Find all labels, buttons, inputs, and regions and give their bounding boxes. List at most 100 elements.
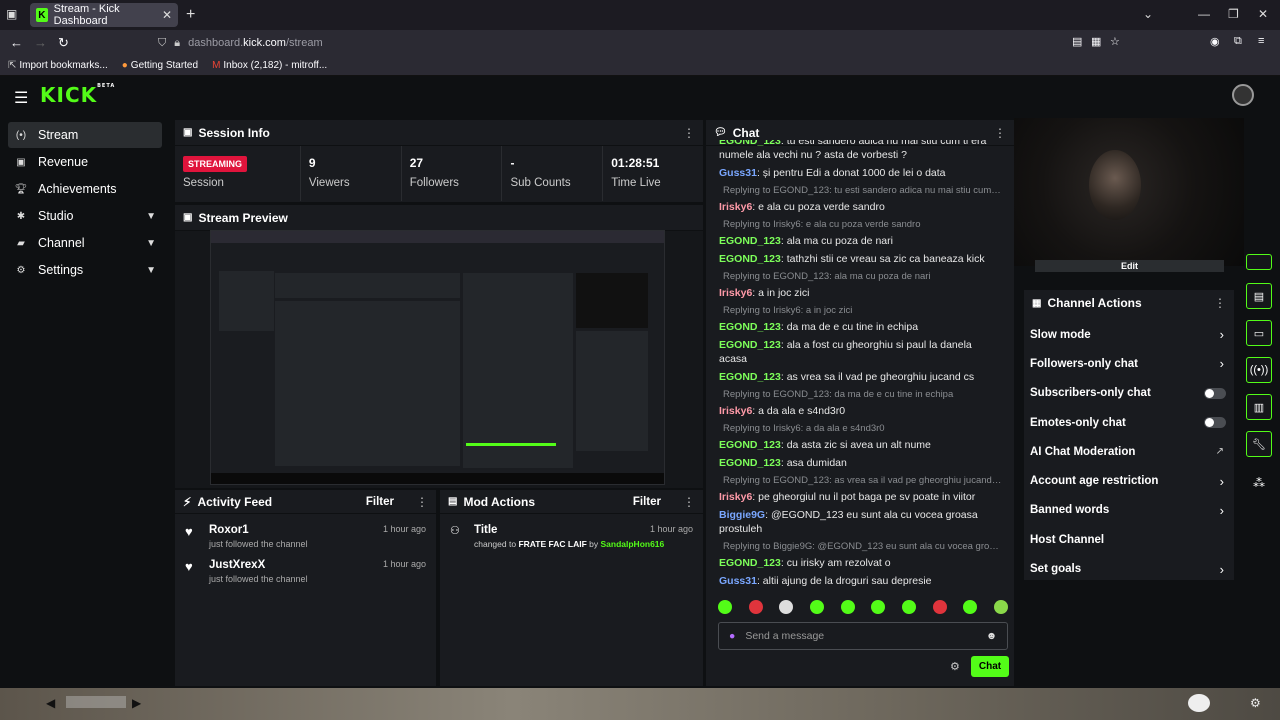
nodes-icon[interactable]: ⁂ (1253, 476, 1265, 490)
channel-action-followers-only-chat[interactable]: Followers-only chat › (1024, 349, 1234, 378)
chat-message-list[interactable]: Guss31: ghoerghiu ii baiat fain, 30+ a d… (713, 140, 1008, 590)
emote-icon[interactable] (809, 600, 824, 614)
layout-icon[interactable]: ▥ (1246, 394, 1272, 420)
filter-button[interactable]: Filter (633, 496, 661, 508)
chat-username[interactable]: Guss31 (719, 167, 757, 179)
system-tray-icon[interactable] (1188, 694, 1210, 712)
channel-action-slow-mode[interactable]: Slow mode › (1024, 320, 1234, 349)
kick-logo[interactable]: KICKBETA (40, 83, 115, 107)
sidebar-item-revenue[interactable]: ▣ Revenue (8, 149, 162, 175)
emote-icon[interactable] (779, 600, 794, 614)
notes-icon[interactable]: ▤ (1246, 283, 1272, 309)
more-options-icon[interactable]: ⋮ (683, 495, 695, 509)
back-icon[interactable]: ← (10, 35, 23, 50)
settings-tray-icon[interactable]: ⚙ (1250, 696, 1261, 710)
chat-username[interactable]: Irisky6 (719, 491, 752, 503)
microphone-icon[interactable]: ● (729, 630, 735, 642)
channel-action-banned-words[interactable]: Banned words › (1024, 496, 1234, 525)
emote-icon[interactable] (840, 600, 855, 614)
toggle-switch[interactable] (1204, 387, 1226, 399)
browser-tab[interactable]: K Stream - Kick Dashboard ✕ (30, 3, 178, 27)
list-tabs-icon[interactable]: ▣ (6, 7, 17, 21)
taskbar-right-arrow-icon[interactable]: ▶ (132, 696, 141, 710)
more-options-icon[interactable]: ⋮ (416, 495, 428, 509)
wrench-icon[interactable]: 🔧︎ (1246, 431, 1272, 457)
shield-icon[interactable]: ⛉ (158, 37, 166, 50)
toggle-switch[interactable] (1204, 417, 1226, 429)
channel-action-host-channel[interactable]: Host Channel (1024, 525, 1234, 554)
reader-view-icon[interactable]: ▤ (1072, 35, 1082, 48)
stream-preview-video[interactable] (210, 230, 665, 485)
chat-username[interactable]: EGOND_123 (719, 457, 781, 469)
chat-username[interactable]: EGOND_123 (719, 339, 781, 351)
bookmark-import[interactable]: ⇱ Import bookmarks... (8, 60, 108, 71)
chat-username[interactable]: Guss31 (719, 575, 757, 587)
emote-icon[interactable] (718, 600, 732, 614)
chat-username[interactable]: EGOND_123 (719, 140, 781, 147)
url-bar[interactable]: ⛉ 🔒︎ dashboard.kick.com/stream (150, 32, 1130, 54)
broadcast-rail-icon[interactable]: ((•)) (1246, 357, 1272, 383)
channel-action-set-goals[interactable]: Set goals › (1024, 554, 1234, 583)
chat-username[interactable]: EGOND_123 (719, 235, 781, 247)
close-tab-icon[interactable]: ✕ (162, 8, 172, 22)
emote-icon[interactable] (901, 600, 916, 614)
emoji-icon[interactable]: ☻ (986, 630, 997, 642)
edit-button[interactable]: Edit (1035, 260, 1224, 272)
filter-button[interactable]: Filter (366, 496, 394, 508)
chat-username[interactable]: Irisky6 (719, 201, 752, 213)
more-options-icon[interactable]: ⋮ (683, 126, 695, 140)
taskbar-scroll[interactable] (66, 696, 126, 708)
chat-username[interactable]: EGOND_123 (719, 371, 781, 383)
sidebar-item-stream[interactable]: (•) Stream (8, 122, 162, 148)
minimize-icon[interactable]: — (1198, 7, 1210, 21)
sidebar-item-channel[interactable]: ▰ Channel ▼ (8, 230, 162, 256)
extensions-icon[interactable]: ⧉ (1234, 35, 1242, 48)
emote-icon[interactable] (932, 600, 947, 614)
emote-icon[interactable] (963, 600, 978, 614)
channel-action-subscribers-only-chat[interactable]: Subscribers-only chat (1024, 379, 1234, 408)
tab-overflow-icon[interactable]: ⌄ (1143, 7, 1153, 21)
mod-action-user[interactable]: SandalpHon616 (601, 539, 665, 549)
channel-action-ai-chat-moderation[interactable]: AI Chat Moderation ↗ (1024, 437, 1234, 466)
chat-username[interactable]: EGOND_123 (719, 439, 781, 451)
chat-username[interactable]: EGOND_123 (719, 253, 781, 265)
more-options-icon[interactable]: ⋮ (1214, 296, 1226, 310)
emote-icon[interactable] (993, 600, 1008, 614)
sidebar-item-studio[interactable]: ✱ Studio ▼ (8, 203, 162, 229)
reload-icon[interactable]: ↻ (58, 35, 69, 51)
close-window-icon[interactable]: ✕ (1258, 7, 1268, 21)
account-icon[interactable]: ◉ (1210, 35, 1220, 48)
screenshot-icon[interactable]: ▦ (1091, 35, 1101, 48)
forward-icon[interactable]: → (34, 35, 47, 50)
user-avatar[interactable] (1232, 84, 1254, 106)
trophy-icon: 🏆︎ (14, 183, 28, 195)
chat-username[interactable]: Irisky6 (719, 287, 752, 299)
hamburger-menu-icon[interactable]: ☰ (14, 88, 28, 108)
chat-settings-icon[interactable]: ⚙ (950, 660, 960, 673)
sidebar-item-achievements[interactable]: 🏆︎ Achievements (8, 176, 162, 202)
follower-name[interactable]: Roxor1 (209, 524, 308, 536)
lock-icon[interactable]: 🔒︎ (174, 37, 180, 50)
sidebar-item-settings[interactable]: ⚙ Settings ▼ (8, 257, 162, 283)
chat-username[interactable]: Biggie9G (719, 509, 765, 521)
channel-action-emotes-only-chat[interactable]: Emotes-only chat (1024, 408, 1234, 437)
channel-action-account-age-restriction[interactable]: Account age restriction › (1024, 466, 1234, 495)
taskbar-left-arrow-icon[interactable]: ◀ (46, 696, 55, 710)
emote-icon[interactable] (871, 600, 886, 614)
chat-username[interactable]: EGOND_123 (719, 321, 781, 333)
bookmark-star-icon[interactable]: ☆ (1110, 35, 1120, 48)
follower-name[interactable]: JustXrexX (209, 559, 308, 571)
more-options-icon[interactable]: ⋮ (994, 126, 1006, 140)
chat-message-input[interactable]: ● Send a message ☻ (718, 622, 1008, 650)
restore-icon[interactable]: ❐ (1228, 7, 1239, 21)
menu-icon[interactable]: ≡ (1258, 35, 1264, 47)
emote-icon[interactable] (748, 600, 763, 614)
bookmark-inbox[interactable]: M Inbox (2,182) - mitroff... (212, 60, 327, 71)
chat-username[interactable]: EGOND_123 (719, 557, 781, 569)
send-chat-button[interactable]: Chat (971, 656, 1009, 677)
chat-rail-icon[interactable]: ▭ (1246, 320, 1272, 346)
chat-username[interactable]: Irisky6 (719, 405, 752, 417)
new-tab-icon[interactable]: + (186, 6, 195, 24)
rail-button-top[interactable] (1246, 254, 1272, 270)
bookmark-getting-started[interactable]: ● Getting Started (122, 60, 198, 71)
